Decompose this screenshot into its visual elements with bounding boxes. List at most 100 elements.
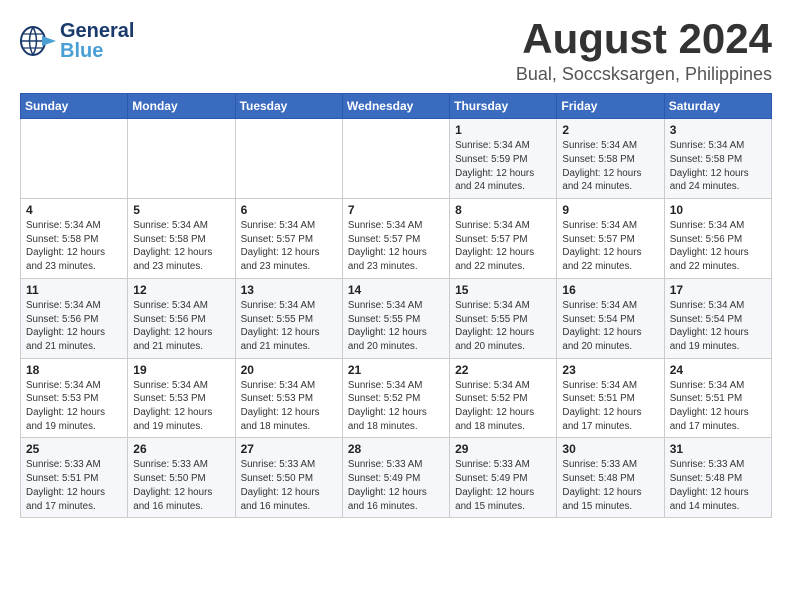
calendar-cell: 2 Sunrise: 5:34 AM Sunset: 5:58 PM Daylig… [557,119,664,199]
calendar-cell: 9Sunrise: 5:34 AM Sunset: 5:57 PM Daylig… [557,199,664,279]
calendar-cell: 27 Sunrise: 5:33 AM Sunset: 5:50 PM Dayli… [235,438,342,518]
calendar-week: 4 Sunrise: 5:34 AM Sunset: 5:58 PM Daylig… [21,199,772,279]
calendar-cell: 3Sunrise: 5:34 AM Sunset: 5:58 PM Daylig… [664,119,771,199]
day-number: 23 [562,363,658,377]
day-number: 30 [562,442,658,456]
logo-general: General [60,20,134,42]
calendar-cell: 1 Sunrise: 5:34 AM Sunset: 5:59 PM Daylig… [450,119,557,199]
day-number: 12 [133,283,229,297]
calendar-cell: 26Sunrise: 5:33 AM Sunset: 5:50 PM Dayli… [128,438,235,518]
day-info: Sunrise: 5:34 AM Sunset: 5:58 PM Dayligh… [133,219,229,274]
calendar-cell [128,119,235,199]
day-header: Friday [557,94,664,119]
day-number: 15 [455,283,551,297]
main-title: August 2024 [516,16,772,62]
day-info: Sunrise: 5:34 AM Sunset: 5:53 PM Dayligh… [241,379,337,434]
calendar-week: 11Sunrise: 5:34 AM Sunset: 5:56 PM Dayli… [21,278,772,358]
day-info: Sunrise: 5:33 AM Sunset: 5:48 PM Dayligh… [670,458,766,513]
calendar-cell: 7Sunrise: 5:34 AM Sunset: 5:57 PM Daylig… [342,199,449,279]
calendar-cell: 13 Sunrise: 5:34 AM Sunset: 5:55 PM Dayli… [235,278,342,358]
calendar-cell: 19 Sunrise: 5:34 AM Sunset: 5:53 PM Dayli… [128,358,235,438]
logo-blue: Blue [60,40,134,62]
subtitle: Bual, Soccsksargen, Philippines [516,64,772,85]
day-number: 20 [241,363,337,377]
calendar-cell: 15 Sunrise: 5:34 AM Sunset: 5:55 PM Dayli… [450,278,557,358]
day-number: 14 [348,283,444,297]
calendar-cell: 23 Sunrise: 5:34 AM Sunset: 5:51 PM Dayli… [557,358,664,438]
calendar-cell [21,119,128,199]
calendar-cell: 6 Sunrise: 5:34 AM Sunset: 5:57 PM Daylig… [235,199,342,279]
calendar-cell: 21Sunrise: 5:34 AM Sunset: 5:52 PM Dayli… [342,358,449,438]
day-info: Sunrise: 5:33 AM Sunset: 5:49 PM Dayligh… [455,458,551,513]
day-info: Sunrise: 5:33 AM Sunset: 5:48 PM Dayligh… [562,458,658,513]
day-header: Tuesday [235,94,342,119]
day-info: Sunrise: 5:34 AM Sunset: 5:54 PM Dayligh… [562,299,658,354]
day-info: Sunrise: 5:34 AM Sunset: 5:57 PM Dayligh… [241,219,337,274]
calendar-cell: 22Sunrise: 5:34 AM Sunset: 5:52 PM Dayli… [450,358,557,438]
day-info: Sunrise: 5:34 AM Sunset: 5:55 PM Dayligh… [455,299,551,354]
day-header: Monday [128,94,235,119]
logo: General Blue [20,16,134,62]
day-number: 1 [455,123,551,137]
day-info: Sunrise: 5:33 AM Sunset: 5:49 PM Dayligh… [348,458,444,513]
day-info: Sunrise: 5:34 AM Sunset: 5:57 PM Dayligh… [455,219,551,274]
calendar-cell: 18 Sunrise: 5:34 AM Sunset: 5:53 PM Dayli… [21,358,128,438]
calendar-cell: 30 Sunrise: 5:33 AM Sunset: 5:48 PM Dayli… [557,438,664,518]
day-info: Sunrise: 5:34 AM Sunset: 5:58 PM Dayligh… [562,139,658,194]
calendar-week: 18 Sunrise: 5:34 AM Sunset: 5:53 PM Dayli… [21,358,772,438]
day-header: Saturday [664,94,771,119]
calendar-cell: 5 Sunrise: 5:34 AM Sunset: 5:58 PM Daylig… [128,199,235,279]
calendar-cell: 29 Sunrise: 5:33 AM Sunset: 5:49 PM Dayli… [450,438,557,518]
day-number: 13 [241,283,337,297]
day-header: Wednesday [342,94,449,119]
day-number: 16 [562,283,658,297]
calendar-cell: 28 Sunrise: 5:33 AM Sunset: 5:49 PM Dayli… [342,438,449,518]
calendar-cell: 8 Sunrise: 5:34 AM Sunset: 5:57 PM Daylig… [450,199,557,279]
day-info: Sunrise: 5:34 AM Sunset: 5:55 PM Dayligh… [348,299,444,354]
calendar-header: SundayMondayTuesdayWednesdayThursdayFrid… [21,94,772,119]
day-info: Sunrise: 5:34 AM Sunset: 5:51 PM Dayligh… [562,379,658,434]
day-number: 3 [670,123,766,137]
logo-icon [20,26,58,56]
day-info: Sunrise: 5:34 AM Sunset: 5:53 PM Dayligh… [133,379,229,434]
day-info: Sunrise: 5:34 AM Sunset: 5:54 PM Dayligh… [670,299,766,354]
day-info: Sunrise: 5:34 AM Sunset: 5:58 PM Dayligh… [26,219,122,274]
day-number: 28 [348,442,444,456]
day-number: 18 [26,363,122,377]
calendar-week: 1 Sunrise: 5:34 AM Sunset: 5:59 PM Daylig… [21,119,772,199]
day-number: 25 [26,442,122,456]
day-info: Sunrise: 5:34 AM Sunset: 5:55 PM Dayligh… [241,299,337,354]
day-info: Sunrise: 5:33 AM Sunset: 5:50 PM Dayligh… [133,458,229,513]
day-number: 4 [26,203,122,217]
day-info: Sunrise: 5:34 AM Sunset: 5:52 PM Dayligh… [348,379,444,434]
day-number: 27 [241,442,337,456]
day-info: Sunrise: 5:34 AM Sunset: 5:53 PM Dayligh… [26,379,122,434]
calendar: SundayMondayTuesdayWednesdayThursdayFrid… [20,93,772,518]
day-number: 6 [241,203,337,217]
day-number: 17 [670,283,766,297]
day-info: Sunrise: 5:33 AM Sunset: 5:50 PM Dayligh… [241,458,337,513]
calendar-body: 1 Sunrise: 5:34 AM Sunset: 5:59 PM Daylig… [21,119,772,518]
day-number: 29 [455,442,551,456]
day-info: Sunrise: 5:33 AM Sunset: 5:51 PM Dayligh… [26,458,122,513]
day-info: Sunrise: 5:34 AM Sunset: 5:51 PM Dayligh… [670,379,766,434]
day-info: Sunrise: 5:34 AM Sunset: 5:57 PM Dayligh… [562,219,658,274]
day-number: 8 [455,203,551,217]
calendar-cell: 25 Sunrise: 5:33 AM Sunset: 5:51 PM Dayli… [21,438,128,518]
day-number: 31 [670,442,766,456]
day-number: 5 [133,203,229,217]
calendar-cell [235,119,342,199]
calendar-cell: 4 Sunrise: 5:34 AM Sunset: 5:58 PM Daylig… [21,199,128,279]
title-area: August 2024 Bual, Soccsksargen, Philippi… [516,16,772,85]
day-number: 2 [562,123,658,137]
day-number: 24 [670,363,766,377]
calendar-cell [342,119,449,199]
day-info: Sunrise: 5:34 AM Sunset: 5:59 PM Dayligh… [455,139,551,194]
day-info: Sunrise: 5:34 AM Sunset: 5:57 PM Dayligh… [348,219,444,274]
calendar-cell: 31 Sunrise: 5:33 AM Sunset: 5:48 PM Dayli… [664,438,771,518]
calendar-cell: 17 Sunrise: 5:34 AM Sunset: 5:54 PM Dayli… [664,278,771,358]
day-info: Sunrise: 5:34 AM Sunset: 5:56 PM Dayligh… [26,299,122,354]
day-number: 19 [133,363,229,377]
calendar-cell: 10Sunrise: 5:34 AM Sunset: 5:56 PM Dayli… [664,199,771,279]
calendar-week: 25 Sunrise: 5:33 AM Sunset: 5:51 PM Dayli… [21,438,772,518]
